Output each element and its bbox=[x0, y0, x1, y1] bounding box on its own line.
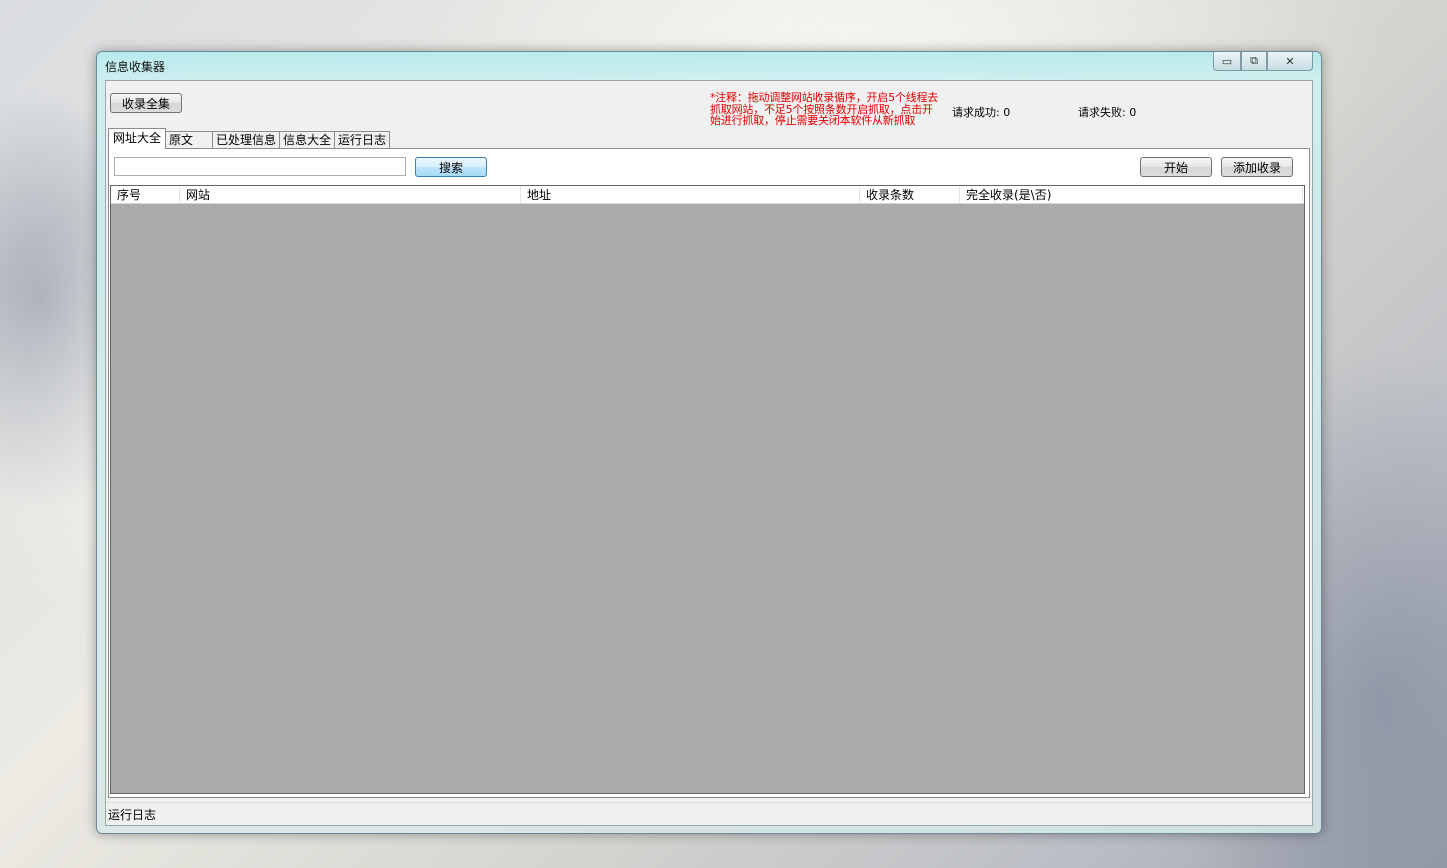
tab-page-url-directory: 搜索 开始 添加收录 序号 网站 地址 收录条数 完全收录(是\否) bbox=[108, 148, 1310, 798]
request-success-stat: 请求成功: 0 bbox=[952, 104, 1010, 120]
search-input[interactable] bbox=[114, 157, 406, 176]
request-success-value: 0 bbox=[1003, 106, 1011, 119]
status-text: 运行日志 bbox=[108, 808, 157, 822]
start-button[interactable]: 开始 bbox=[1140, 157, 1212, 177]
tab-url-directory[interactable]: 网址大全 bbox=[108, 128, 167, 149]
website-grid[interactable]: 序号 网站 地址 收录条数 完全收录(是\否) bbox=[110, 185, 1305, 794]
column-header-count[interactable]: 收录条数 bbox=[860, 186, 960, 203]
minimize-icon[interactable]: ▭ bbox=[1213, 52, 1241, 71]
maximize-icon[interactable]: ⧉ bbox=[1241, 52, 1267, 71]
collect-all-button[interactable]: 收录全集 bbox=[110, 93, 182, 113]
app-window: 信息收集器 ▭ ⧉ ✕ 收录全集 *注释：拖动调整网站收录循序，开启5个线程去抓… bbox=[96, 51, 1322, 834]
tab-processed-info[interactable]: 已处理信息 bbox=[212, 131, 281, 149]
column-header-index[interactable]: 序号 bbox=[111, 186, 180, 203]
client-area: 收录全集 *注释：拖动调整网站收录循序，开启5个线程去抓取网站，不足5个按照条数… bbox=[105, 80, 1313, 826]
request-fail-label: 请求失败: bbox=[1078, 106, 1126, 119]
column-header-website[interactable]: 网站 bbox=[180, 186, 521, 203]
tab-info-directory[interactable]: 信息大全 bbox=[279, 131, 336, 149]
window-title: 信息收集器 bbox=[105, 60, 166, 74]
desktop-wallpaper: 信息收集器 ▭ ⧉ ✕ 收录全集 *注释：拖动调整网站收录循序，开启5个线程去抓… bbox=[0, 0, 1447, 868]
grid-header: 序号 网站 地址 收录条数 完全收录(是\否) bbox=[111, 186, 1304, 204]
column-header-complete[interactable]: 完全收录(是\否) bbox=[960, 186, 1303, 203]
title-bar[interactable]: 信息收集器 ▭ ⧉ ✕ bbox=[97, 52, 1321, 80]
search-button[interactable]: 搜索 bbox=[415, 157, 487, 177]
add-collection-button[interactable]: 添加收录 bbox=[1221, 157, 1293, 177]
tab-original-text[interactable]: 原文 bbox=[165, 131, 214, 149]
request-success-label: 请求成功: bbox=[952, 106, 1000, 119]
usage-note: *注释：拖动调整网站收录循序，开启5个线程去抓取网站，不足5个按照条数开启抓取，… bbox=[710, 91, 939, 127]
tab-strip: 网址大全 原文 已处理信息 信息大全 运行日志 bbox=[108, 128, 391, 149]
tab-run-log[interactable]: 运行日志 bbox=[334, 131, 391, 149]
status-bar: 运行日志 bbox=[106, 802, 1312, 825]
close-icon[interactable]: ✕ bbox=[1267, 52, 1313, 71]
column-header-address[interactable]: 地址 bbox=[521, 186, 860, 203]
window-controls: ▭ ⧉ ✕ bbox=[1213, 52, 1313, 71]
request-fail-value: 0 bbox=[1129, 106, 1137, 119]
request-fail-stat: 请求失败: 0 bbox=[1078, 104, 1136, 120]
